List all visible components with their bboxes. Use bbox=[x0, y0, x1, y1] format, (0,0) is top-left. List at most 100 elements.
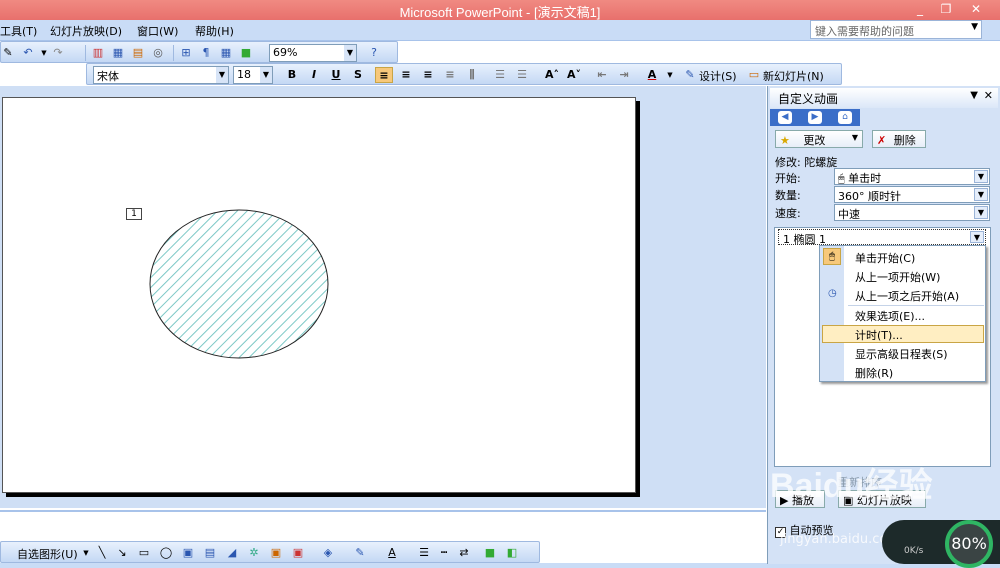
font-color-icon[interactable]: A bbox=[643, 67, 661, 83]
notes-pane[interactable] bbox=[0, 510, 766, 540]
menu-item-effect-options[interactable]: 效果选项(E)... bbox=[855, 308, 925, 324]
menu-slideshow[interactable]: 幻灯片放映(D) bbox=[50, 23, 122, 39]
increase-indent-icon[interactable]: ⇥ bbox=[615, 67, 633, 83]
grid-icon[interactable]: ▦ bbox=[219, 46, 233, 60]
minimize-button[interactable]: _ bbox=[906, 1, 934, 18]
formatting-marks-icon[interactable]: ¶ bbox=[199, 46, 213, 60]
menu-item-timing[interactable]: 计时(T)... bbox=[855, 327, 903, 343]
line-icon[interactable]: ╲ bbox=[95, 546, 109, 560]
decrease-font-icon[interactable]: A˅ bbox=[565, 67, 583, 83]
mouse-icon: 🖱 bbox=[823, 248, 841, 265]
help-icon[interactable]: ? bbox=[367, 46, 381, 60]
increase-font-icon[interactable]: A˄ bbox=[543, 67, 561, 83]
design-button[interactable]: 设计(S) bbox=[699, 68, 737, 84]
oval-icon[interactable]: ◯ bbox=[159, 546, 173, 560]
menu-item-advanced-timeline[interactable]: 显示高级日程表(S) bbox=[855, 346, 948, 362]
menu-tools[interactable]: 工具(T) bbox=[0, 23, 37, 39]
menu-help[interactable]: 帮助(H) bbox=[195, 23, 234, 39]
italic-button[interactable]: I bbox=[305, 67, 323, 83]
align-center-icon[interactable]: ≡ bbox=[397, 67, 415, 83]
close-icon[interactable]: ✕ bbox=[984, 89, 993, 102]
bullets-icon[interactable]: ☰ bbox=[513, 67, 531, 83]
chevron-down-icon: ▼ bbox=[974, 188, 988, 201]
picture-icon[interactable]: ▣ bbox=[291, 546, 305, 560]
list-item[interactable]: 1 椭圆 1 ▼ bbox=[778, 229, 986, 246]
text-direction-icon[interactable]: ⫼ bbox=[463, 67, 481, 83]
font-size-select[interactable]: 18 ▼ bbox=[233, 66, 273, 84]
font-select[interactable]: 宋体 ▼ bbox=[93, 66, 229, 84]
tables-borders-icon[interactable]: ▤ bbox=[131, 46, 145, 60]
ellipse-shape[interactable] bbox=[149, 209, 329, 359]
fill-color-icon[interactable]: ◈ bbox=[321, 546, 335, 560]
wordart-icon[interactable]: ◢ bbox=[225, 546, 239, 560]
menu-item-remove[interactable]: 删除(R) bbox=[855, 365, 893, 381]
bold-button[interactable]: B bbox=[283, 67, 301, 83]
textbox-icon[interactable]: ▣ bbox=[181, 546, 195, 560]
rectangle-icon[interactable]: ▭ bbox=[137, 546, 151, 560]
chart-icon[interactable]: ▥ bbox=[91, 46, 105, 60]
shadow-style-icon[interactable]: ■ bbox=[483, 546, 497, 560]
slide-canvas[interactable] bbox=[2, 97, 636, 493]
chevron-down-icon[interactable]: ▼ bbox=[970, 90, 978, 101]
zoom-value: 69% bbox=[273, 46, 298, 59]
close-button[interactable]: ✕ bbox=[962, 1, 990, 18]
start-select[interactable]: 🖱 单击时 ▼ bbox=[834, 168, 990, 185]
align-left-icon[interactable]: ≡ bbox=[375, 67, 393, 83]
menu-item-start-with-previous[interactable]: 从上一项开始(W) bbox=[855, 269, 940, 285]
speed-select[interactable]: 中速 ▼ bbox=[834, 204, 990, 221]
chevron-down-icon[interactable]: ▼ bbox=[79, 546, 93, 560]
autoshapes-button[interactable]: 自选图形(U) bbox=[17, 546, 78, 562]
change-label: 更改 bbox=[803, 134, 826, 147]
zoom-select[interactable]: 69% ▼ bbox=[269, 44, 357, 62]
menu-item-start-after-previous[interactable]: 从上一项之后开始(A) bbox=[855, 288, 959, 304]
chevron-down-icon[interactable]: ▼ bbox=[971, 22, 978, 32]
chevron-down-icon[interactable]: ▼ bbox=[661, 67, 679, 83]
chevron-down-icon[interactable]: ▼ bbox=[970, 231, 984, 243]
undo-icon[interactable]: ↶ bbox=[21, 46, 35, 60]
window-title: Microsoft PowerPoint - [演示文稿1] bbox=[399, 5, 601, 20]
redo-icon[interactable]: ↷ bbox=[51, 46, 65, 60]
chevron-down-icon: ▼ bbox=[974, 206, 988, 219]
chevron-down-icon: ▼ bbox=[216, 67, 228, 83]
shadow-button[interactable]: S bbox=[349, 67, 367, 83]
new-slide-button[interactable]: 新幻灯片(N) bbox=[763, 68, 824, 84]
underline-button[interactable]: U bbox=[327, 67, 345, 83]
color-grayscale-icon[interactable]: ■ bbox=[239, 46, 253, 60]
start-value: 单击时 bbox=[848, 172, 882, 185]
diagram-icon[interactable]: ✲ bbox=[247, 546, 261, 560]
amount-select[interactable]: 360° 顺时针 ▼ bbox=[834, 186, 990, 203]
arrow-icon[interactable]: ↘ bbox=[115, 546, 129, 560]
menu-item-start-on-click[interactable]: 单击开始(C) bbox=[855, 250, 915, 266]
3d-style-icon[interactable]: ◧ bbox=[505, 546, 519, 560]
design-icon[interactable]: ✎ bbox=[683, 68, 697, 82]
change-effect-button[interactable]: ★ 更改 ▼ bbox=[775, 130, 863, 148]
expand-icon[interactable]: ⊞ bbox=[179, 46, 193, 60]
chevron-down-icon[interactable]: ▼ bbox=[37, 46, 51, 60]
vertical-textbox-icon[interactable]: ▤ bbox=[203, 546, 217, 560]
home-icon[interactable]: ⌂ bbox=[838, 111, 852, 124]
new-slide-icon[interactable]: ▭ bbox=[747, 68, 761, 82]
decrease-indent-icon[interactable]: ⇤ bbox=[593, 67, 611, 83]
font-color-icon[interactable]: A bbox=[385, 546, 399, 560]
line-style-icon[interactable]: ☰ bbox=[417, 546, 431, 560]
formatting-toolbar: 宋体 ▼ 18 ▼ B I U S ≡ ≡ ≡ ≡ ⫼ ☰ ☰ A˄ A˅ ⇤ … bbox=[86, 63, 842, 85]
align-right-icon[interactable]: ≡ bbox=[419, 67, 437, 83]
numbering-icon[interactable]: ☰ bbox=[491, 67, 509, 83]
forward-icon[interactable]: ▶ bbox=[808, 111, 822, 124]
hyperlink-icon[interactable]: ◎ bbox=[151, 46, 165, 60]
drawing-toolbar: 自选图形(U) ▼ ╲ ↘ ▭ ◯ ▣ ▤ ◢ ✲ ▣ ▣ ◈ ✎ A ☰ ┅ … bbox=[0, 541, 540, 563]
distribute-icon[interactable]: ≡ bbox=[441, 67, 459, 83]
help-search-input[interactable]: 键入需要帮助的问题 ▼ bbox=[810, 20, 982, 39]
back-icon[interactable]: ◀ bbox=[778, 111, 792, 124]
dash-style-icon[interactable]: ┅ bbox=[437, 546, 451, 560]
format-painter-icon[interactable]: ✎ bbox=[1, 46, 15, 60]
arrow-style-icon[interactable]: ⇄ bbox=[457, 546, 471, 560]
table-icon[interactable]: ▦ bbox=[111, 46, 125, 60]
menu-highlight bbox=[822, 325, 984, 343]
speed-value: 中速 bbox=[838, 208, 860, 221]
restore-button[interactable]: ❐ bbox=[932, 1, 960, 18]
remove-effect-button[interactable]: ✗ 删除 bbox=[872, 130, 926, 148]
clipart-icon[interactable]: ▣ bbox=[269, 546, 283, 560]
menu-window[interactable]: 窗口(W) bbox=[137, 23, 178, 39]
line-color-icon[interactable]: ✎ bbox=[353, 546, 367, 560]
